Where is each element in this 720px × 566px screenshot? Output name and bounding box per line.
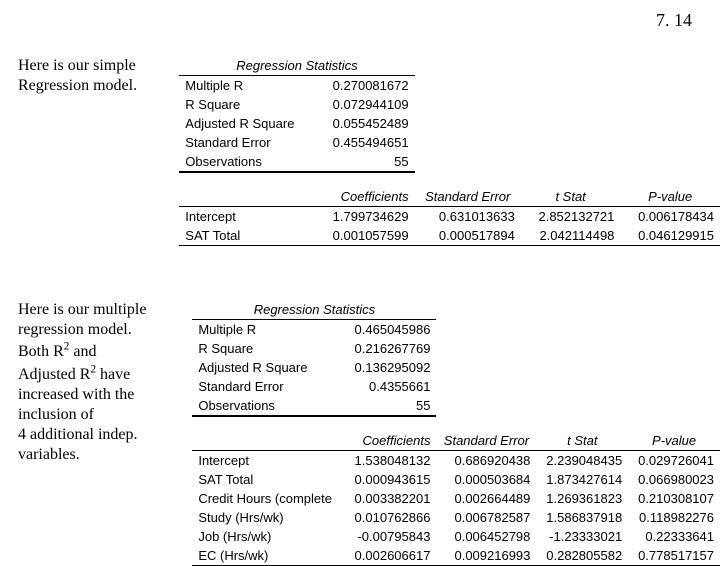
multiple-regression-table: Regression Statistics Multiple R0.465045…	[192, 300, 720, 566]
stat-label: R Square	[179, 95, 313, 114]
caption-line: Here is our simple	[18, 57, 136, 74]
stat-value: 0.136295092	[344, 358, 437, 377]
stat-label: Multiple R	[192, 320, 344, 340]
coef-p: 0.22333641	[628, 527, 720, 546]
coef-label: Intercept	[179, 207, 313, 227]
coef-p: 0.046129915	[620, 226, 720, 246]
coef-se: 0.686920438	[436, 451, 536, 471]
coef-header	[192, 431, 344, 451]
coef-label: SAT Total	[179, 226, 313, 246]
coef-se: 0.006782587	[436, 508, 536, 527]
coef-header: t Stat	[536, 431, 628, 451]
coef-label: Intercept	[192, 451, 344, 471]
coef-value: 1.799734629	[313, 207, 414, 227]
coef-p: 0.118982276	[628, 508, 720, 527]
coef-se: 0.000503684	[436, 470, 536, 489]
stat-value: 0.072944109	[313, 95, 414, 114]
coef-header: Coefficients	[344, 431, 437, 451]
coef-value: 0.001057599	[313, 226, 414, 246]
stat-label: Adjusted R Square	[179, 114, 313, 133]
coef-t: 1.586837918	[536, 508, 628, 527]
coef-header: Standard Error	[436, 431, 536, 451]
coef-t: 2.239048435	[536, 451, 628, 471]
coef-p: 0.029726041	[628, 451, 720, 471]
stat-label: Standard Error	[192, 377, 344, 396]
coef-se: 0.631013633	[415, 207, 521, 227]
coef-p: 0.066980023	[628, 470, 720, 489]
stat-label: Observations	[192, 396, 344, 416]
caption-line: variables.	[18, 446, 80, 463]
stat-label: Adjusted R Square	[192, 358, 344, 377]
coef-value: 0.000943615	[344, 470, 437, 489]
coef-label: Job (Hrs/wk)	[192, 527, 344, 546]
coef-p: 0.778517157	[628, 546, 720, 566]
coef-header: P-value	[628, 431, 720, 451]
coef-t: 2.042114498	[521, 226, 621, 246]
caption-multiple: Here is our multiple regression model. B…	[18, 300, 192, 465]
coef-value: 1.538048132	[344, 451, 437, 471]
caption-line: Regression model.	[18, 77, 137, 94]
stat-value: 0.216267769	[344, 339, 437, 358]
caption-line: Here is our multiple	[18, 301, 146, 318]
coef-t: 1.873427614	[536, 470, 628, 489]
coef-se: 0.002664489	[436, 489, 536, 508]
coef-header: t Stat	[521, 187, 621, 207]
coef-header: Standard Error	[415, 187, 521, 207]
coef-t: 1.269361823	[536, 489, 628, 508]
stat-value: 0.465045986	[344, 320, 437, 340]
coef-value: 0.003382201	[344, 489, 437, 508]
coef-label: Study (Hrs/wk)	[192, 508, 344, 527]
coef-t: -1.23333021	[536, 527, 628, 546]
stat-value: 0.455494651	[313, 133, 414, 152]
caption-line: Both R2 and	[18, 343, 97, 360]
stat-label: R Square	[192, 339, 344, 358]
coef-t: 2.852132721	[521, 207, 621, 227]
simple-regression-table: Regression Statistics Multiple R0.270081…	[179, 56, 720, 246]
coef-value: 0.002606617	[344, 546, 437, 566]
coef-value: 0.010762866	[344, 508, 437, 527]
coef-se: 0.000517894	[415, 226, 521, 246]
caption-line: increased with the	[18, 386, 134, 403]
coef-p: 0.210308107	[628, 489, 720, 508]
stat-value: 55	[313, 152, 414, 172]
coef-header: Coefficients	[313, 187, 414, 207]
caption-line: inclusion of	[18, 406, 94, 423]
stat-value: 0.4355661	[344, 377, 437, 396]
caption-line: Adjusted R2 have	[18, 366, 130, 383]
stat-value: 0.270081672	[313, 76, 414, 96]
coef-header	[179, 187, 313, 207]
coef-value: -0.00795843	[344, 527, 437, 546]
stat-label: Multiple R	[179, 76, 313, 96]
multiple-regression-block: Here is our multiple regression model. B…	[18, 300, 720, 566]
stat-value: 0.055452489	[313, 114, 414, 133]
coef-label: EC (Hrs/wk)	[192, 546, 344, 566]
page-number: 7. 14	[656, 10, 692, 31]
stats-title: Regression Statistics	[192, 300, 436, 320]
coef-se: 0.006452798	[436, 527, 536, 546]
coef-header: P-value	[620, 187, 720, 207]
simple-regression-block: Here is our simple Regression model. Reg…	[18, 56, 720, 246]
stat-label: Observations	[179, 152, 313, 172]
stat-value: 55	[344, 396, 437, 416]
stats-title: Regression Statistics	[179, 56, 414, 76]
stat-label: Standard Error	[179, 133, 313, 152]
coef-label: SAT Total	[192, 470, 344, 489]
caption-line: regression model.	[18, 321, 132, 338]
coef-se: 0.009216993	[436, 546, 536, 566]
coef-label: Credit Hours (complete	[192, 489, 344, 508]
coef-t: 0.282805582	[536, 546, 628, 566]
caption-simple: Here is our simple Regression model.	[18, 56, 179, 96]
coef-p: 0.006178434	[620, 207, 720, 227]
caption-line: 4 additional indep.	[18, 426, 138, 443]
